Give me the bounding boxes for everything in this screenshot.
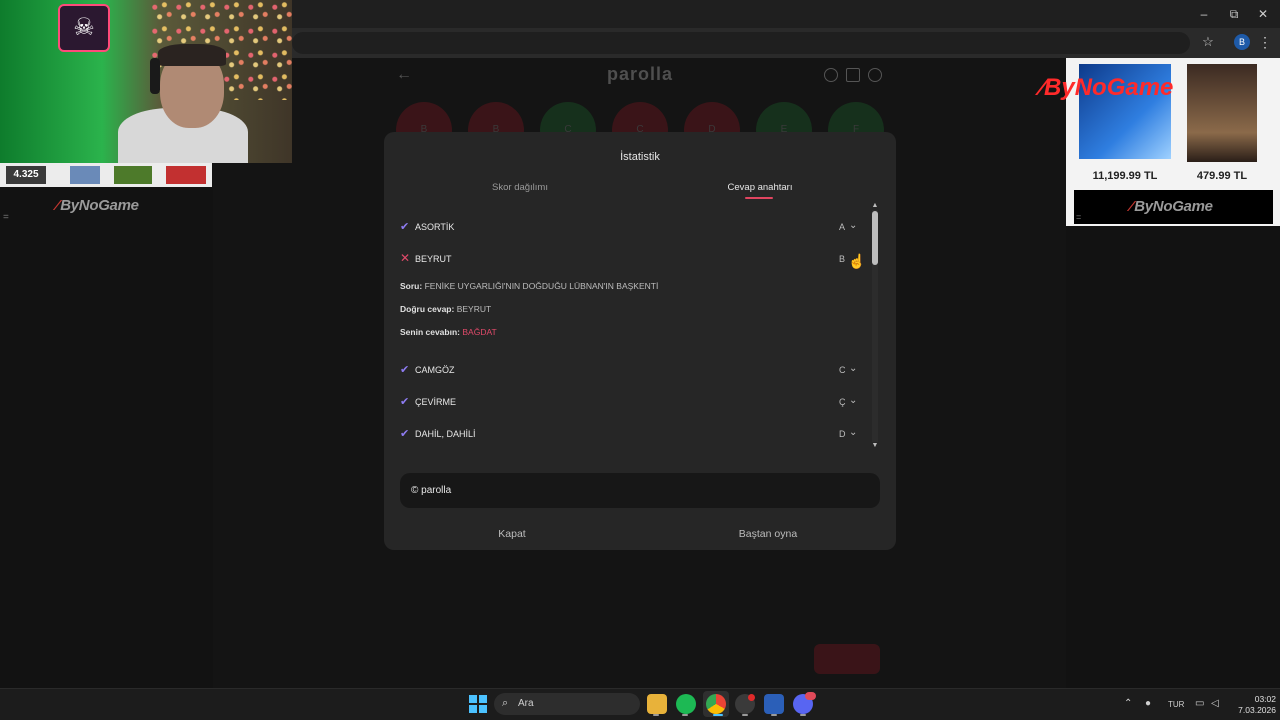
- answer-row[interactable]: ✔ DAHİL, DAHİLİ D ⌄: [400, 425, 860, 445]
- chevron-up-icon[interactable]: ⌃: [1124, 698, 1132, 709]
- answer-row-expanded[interactable]: ✕ BEYRUT B: [400, 250, 860, 270]
- sponsor-logo: ⁄ ByNoGame: [56, 197, 139, 214]
- equals-icon: =: [3, 212, 9, 223]
- sponsor-logo: ⁄ ByNoGame: [1130, 198, 1213, 215]
- chevron-down-icon[interactable]: ⌄: [849, 220, 857, 231]
- sponsor-logo-large: ⁄ByNoGame: [1040, 74, 1174, 101]
- running-indicator: [653, 714, 659, 716]
- answer-word: CAMGÖZ: [415, 365, 455, 375]
- clock-date[interactable]: 7.03.2026: [1226, 705, 1276, 715]
- notification-dot: [748, 694, 755, 701]
- taskbar-search[interactable]: [494, 693, 640, 715]
- app-icon[interactable]: [764, 694, 784, 714]
- address-bar[interactable]: [292, 32, 1190, 54]
- microphone-icon[interactable]: ●: [1145, 698, 1151, 709]
- answer-letter: A: [839, 222, 846, 232]
- maximize-button[interactable]: ⧉: [1219, 4, 1249, 24]
- answer-input[interactable]: [396, 645, 796, 673]
- active-tab-indicator: [745, 197, 773, 199]
- answer-row[interactable]: ✔ ASORTİK A ⌄: [400, 218, 860, 238]
- headset: [150, 58, 160, 94]
- cross-icon: ✕: [400, 251, 411, 265]
- clock-time[interactable]: 03:02: [1244, 694, 1276, 704]
- answer-letter: B: [839, 254, 846, 264]
- close-window-button[interactable]: ✕: [1248, 4, 1278, 24]
- running-indicator: [800, 714, 806, 716]
- stats-icon[interactable]: [846, 68, 860, 82]
- product-price: 479.99 TL: [1196, 170, 1248, 182]
- answer-letter: Ç: [839, 397, 846, 407]
- shop-thumbnail: [166, 166, 206, 184]
- hand-cursor-icon: ☝: [848, 253, 866, 269]
- check-icon: ✔: [400, 364, 410, 376]
- question-text: Soru: FENİKE UYGARLIĞI'NIN DOĞDUĞU LÜBNA…: [400, 281, 659, 291]
- running-indicator: [742, 714, 748, 716]
- shop-thumbnail: [114, 166, 152, 184]
- profile-avatar[interactable]: B: [1234, 34, 1250, 50]
- chevron-down-icon[interactable]: ⌄: [849, 363, 857, 374]
- file-explorer-icon[interactable]: [647, 694, 667, 714]
- scroll-up-icon[interactable]: ▲: [871, 202, 879, 209]
- chrome-icon[interactable]: [706, 694, 726, 714]
- answer-letter: D: [839, 429, 846, 439]
- language-indicator[interactable]: TUR: [1168, 700, 1184, 709]
- browser-menu-icon[interactable]: ⋮: [1258, 33, 1272, 51]
- equals-icon: =: [1076, 212, 1082, 222]
- share-bar: [400, 473, 880, 508]
- streamer-logo-icon: ☠: [58, 4, 110, 52]
- submit-button[interactable]: [814, 644, 880, 674]
- search-placeholder: Ara: [518, 698, 534, 709]
- spotify-icon[interactable]: [676, 694, 696, 714]
- check-icon: ✔: [400, 396, 410, 408]
- check-icon: ✔: [400, 221, 410, 233]
- answer-word: ASORTİK: [415, 222, 455, 232]
- restart-button[interactable]: Baştan oyna: [718, 528, 818, 540]
- taskbar: [0, 688, 1280, 720]
- minimize-button[interactable]: –: [1189, 4, 1219, 24]
- bookmark-star-icon[interactable]: ☆: [1199, 33, 1217, 51]
- back-arrow-icon[interactable]: ←: [396, 66, 412, 84]
- scrollbar-thumb[interactable]: [872, 211, 878, 265]
- network-icon[interactable]: ▭: [1195, 698, 1204, 709]
- product-price: 11,199.99 TL: [1092, 170, 1158, 182]
- chevron-down-icon[interactable]: ⌄: [849, 427, 857, 438]
- user-icon[interactable]: [868, 68, 882, 82]
- answer-word: ÇEVİRME: [415, 397, 457, 407]
- app-logo: parolla: [606, 64, 674, 84]
- notification-badge: [805, 692, 816, 700]
- check-icon: ✔: [400, 428, 410, 440]
- windows-start-icon[interactable]: [469, 695, 487, 713]
- answer-letter: C: [839, 365, 846, 375]
- tab-score-distribution[interactable]: Skor dağılımı: [440, 182, 600, 193]
- modal-title: İstatistik: [620, 151, 660, 163]
- scroll-down-icon[interactable]: ▼: [871, 442, 879, 449]
- volume-icon[interactable]: ◁: [1211, 698, 1219, 709]
- search-icon: ⌕: [502, 697, 509, 709]
- correct-answer-text: Doğru cevap: BEYRUT: [400, 304, 492, 314]
- product-image-sekiro: [1187, 64, 1257, 162]
- running-indicator: [682, 714, 688, 716]
- webcam-overlay: ☠: [0, 0, 292, 163]
- answer-word: DAHİL, DAHİLİ: [415, 429, 476, 439]
- your-answer-text: Senin cevabın: BAĞDAT: [400, 327, 497, 337]
- copyright-text: © parolla: [411, 485, 452, 496]
- running-indicator: [771, 714, 777, 716]
- answer-word: BEYRUT: [415, 254, 452, 264]
- info-icon[interactable]: [824, 68, 838, 82]
- shop-price: 4.325: [6, 166, 46, 184]
- chevron-down-icon[interactable]: ⌄: [849, 395, 857, 406]
- tab-answer-key[interactable]: Cevap anahtarı: [680, 182, 840, 193]
- answer-row[interactable]: ✔ ÇEVİRME Ç ⌄: [400, 393, 860, 413]
- close-button[interactable]: Kapat: [472, 528, 552, 540]
- running-indicator: [713, 714, 723, 716]
- shop-thumbnail: [70, 166, 100, 184]
- answer-row[interactable]: ✔ CAMGÖZ C ⌄: [400, 361, 860, 381]
- streamer-hair: [158, 44, 226, 66]
